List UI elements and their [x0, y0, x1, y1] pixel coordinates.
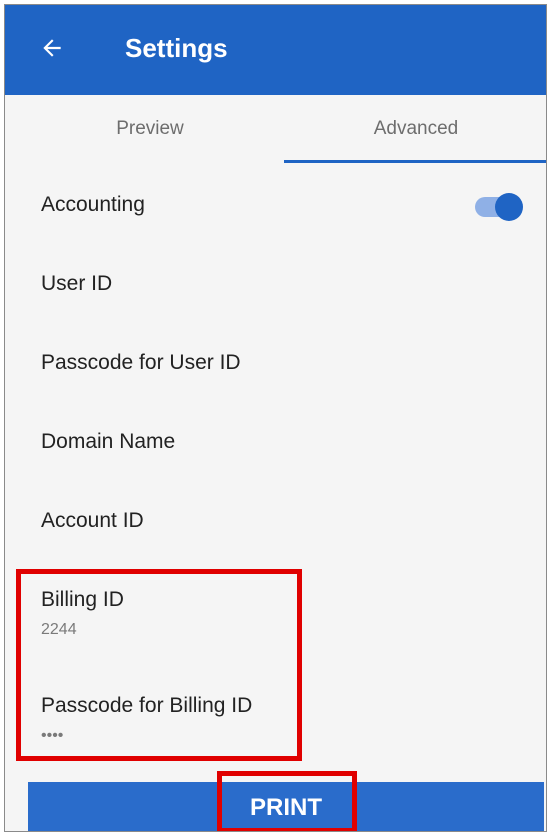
setting-label: Passcode for User ID [41, 351, 241, 374]
setting-label: Passcode for Billing ID [41, 694, 253, 717]
print-button[interactable]: PRINT [28, 782, 544, 831]
setting-account-id[interactable]: Account ID [41, 508, 526, 534]
setting-label: Accounting [41, 193, 145, 216]
setting-label: Account ID [41, 509, 144, 532]
toggle-thumb [495, 193, 523, 221]
tab-indicator [284, 160, 546, 163]
setting-value: •••• [41, 727, 64, 744]
tab-bar: Preview Advanced [5, 95, 546, 163]
page-title: Settings [125, 33, 228, 63]
setting-value: 2244 [41, 621, 77, 638]
setting-passcode-billing-id[interactable]: Passcode for Billing ID •••• [41, 693, 526, 747]
tab-preview[interactable]: Preview [15, 95, 285, 163]
setting-billing-id[interactable]: Billing ID 2244 [41, 587, 526, 641]
accounting-toggle[interactable] [473, 192, 523, 222]
setting-passcode-user-id[interactable]: Passcode for User ID [41, 350, 526, 376]
setting-user-id[interactable]: User ID [41, 271, 526, 297]
arrow-left-icon [43, 39, 61, 57]
setting-domain-name[interactable]: Domain Name [41, 429, 526, 455]
setting-label: Billing ID [41, 588, 124, 611]
app-frame: Settings Preview Advanced Accounting Use… [4, 4, 547, 832]
tab-advanced[interactable]: Advanced [284, 95, 546, 163]
back-button[interactable] [35, 31, 69, 65]
setting-accounting[interactable]: Accounting [41, 192, 526, 218]
app-bar: Settings [5, 5, 546, 95]
setting-label: User ID [41, 272, 113, 295]
setting-label: Domain Name [41, 430, 176, 453]
